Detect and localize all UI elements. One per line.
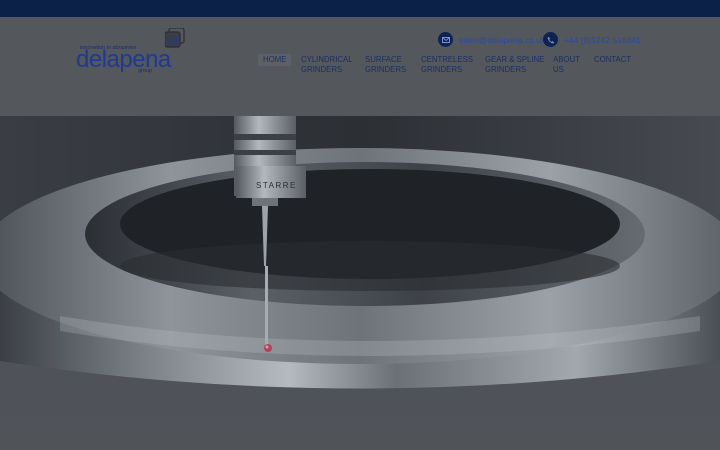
nav-surface-grinders[interactable]: SURFACE GRINDERS	[365, 55, 406, 75]
nav-label-line1: CENTRELESS	[421, 55, 473, 64]
hero-image: STARRE	[0, 116, 720, 417]
email-contact[interactable]: sales@delapena.co.uk	[438, 32, 545, 47]
logo-wordmark: delapena	[76, 46, 171, 73]
nav-label-line1: SURFACE	[365, 55, 402, 64]
nav-label-line1: CYLINDRICAL	[301, 55, 353, 64]
nav-label-line2: GRINDERS	[485, 65, 527, 74]
nav-gear-spline-grinders[interactable]: GEAR & SPLINE GRINDERS	[485, 55, 544, 75]
footer-strip	[0, 417, 720, 450]
delapena-logo[interactable]: dg innovation in abrasives delapena grou…	[76, 28, 196, 76]
nav-label-line1: CONTACT	[594, 55, 632, 64]
probe-brand-text: STARRE	[256, 181, 297, 190]
dg-badge-icon: dg	[165, 28, 185, 48]
nav-label-line2: US	[553, 65, 564, 74]
nav-label-line2: GRINDERS	[365, 65, 407, 74]
nav-home-label: HOME	[263, 55, 287, 64]
nav-centreless-grinders[interactable]: CENTRELESS GRINDERS	[421, 55, 473, 75]
envelope-icon	[438, 32, 453, 47]
hero-illustration: STARRE	[0, 116, 720, 417]
nav-cylindrical-grinders[interactable]: CYLINDRICAL GRINDERS	[301, 55, 353, 75]
logo-subtext: group	[138, 68, 153, 74]
nav-label-line2: GRINDERS	[301, 65, 343, 74]
email-link[interactable]: sales@delapena.co.uk	[459, 35, 545, 45]
nav-label-line1: ABOUT	[553, 55, 580, 64]
top-bar	[0, 0, 720, 17]
nav-label-line1: GEAR & SPLINE	[485, 55, 545, 64]
phone-link[interactable]: +44 (0)1242 516341	[564, 35, 641, 45]
nav-contact[interactable]: CONTACT	[594, 55, 631, 65]
badge-text: dg	[167, 35, 177, 45]
nav-home[interactable]: HOME	[258, 54, 292, 66]
nav-about-us[interactable]: ABOUT US	[553, 55, 580, 75]
phone-icon	[543, 32, 558, 47]
phone-contact[interactable]: +44 (0)1242 516341	[543, 32, 641, 47]
nav-label-line2: GRINDERS	[421, 65, 463, 74]
